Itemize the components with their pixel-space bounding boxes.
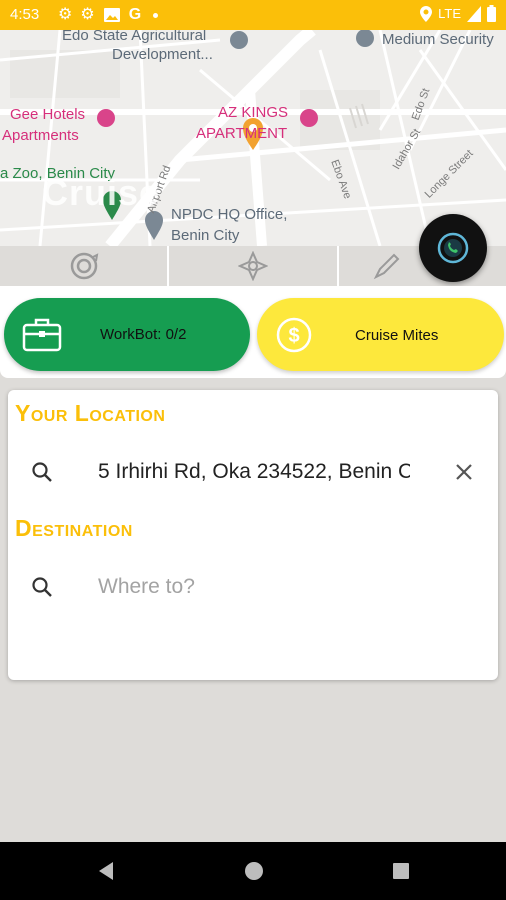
navigation-bar xyxy=(0,842,506,900)
workbot-label: WorkBot: 0/2 xyxy=(100,326,187,343)
system-icons: LTE xyxy=(420,5,496,22)
refresh-button[interactable] xyxy=(0,246,170,286)
battery-icon xyxy=(487,5,496,22)
back-icon[interactable] xyxy=(95,860,117,882)
clear-icon[interactable] xyxy=(454,462,474,482)
pen-icon xyxy=(374,253,400,280)
compass-icon xyxy=(237,251,268,281)
your-location-field[interactable]: 5 Irhirhi Rd, Oka 234522, Benin City xyxy=(8,452,498,492)
home-icon[interactable] xyxy=(243,860,265,882)
action-strip: WorkBot: 0/2 $ Cruise Mites xyxy=(0,286,506,378)
location-card: Your Location 5 Irhirhi Rd, Oka 234522, … xyxy=(8,390,498,680)
map-label-npdc: NPDC HQ Office, xyxy=(171,206,288,223)
your-location-value[interactable]: 5 Irhirhi Rd, Oka 234522, Benin City xyxy=(98,460,410,484)
network-type: LTE xyxy=(438,6,461,21)
map-label-gee-hotels: Gee Hotels xyxy=(10,106,86,123)
headset-icon xyxy=(437,232,469,264)
svg-text:$: $ xyxy=(288,325,299,347)
map-label-az-kings: AZ KINGS xyxy=(218,104,289,121)
cruise-mites-label: Cruise Mites xyxy=(355,327,439,344)
map-label-gee-hotels2: Apartments xyxy=(2,127,79,144)
your-location-heading: Your Location xyxy=(15,400,166,426)
compass-button[interactable] xyxy=(169,246,339,286)
search-icon xyxy=(32,462,52,482)
gear-icon: ⚙ xyxy=(80,6,95,23)
map-label-az-kings2: APARTMENT xyxy=(196,125,288,142)
map-watermark: Cruise xyxy=(42,172,161,213)
map-label-agric: Edo State Agricultural xyxy=(62,30,207,44)
dollar-coin-icon: $ xyxy=(276,317,312,353)
image-icon xyxy=(103,8,120,22)
map-label-npdc2: Benin City xyxy=(171,227,240,244)
recents-icon[interactable] xyxy=(390,860,412,882)
map-label-agric2: Development... xyxy=(112,46,213,63)
location-icon xyxy=(420,5,433,22)
destination-field[interactable]: Where to? xyxy=(8,567,498,607)
support-button[interactable] xyxy=(419,214,487,282)
destination-heading: Destination xyxy=(15,515,133,541)
notification-icons: ⚙ ⚙ G xyxy=(58,5,159,25)
briefcase-icon xyxy=(22,318,62,352)
cruise-mites-button[interactable]: $ Cruise Mites xyxy=(257,298,504,371)
status-bar: 4:53 ⚙ ⚙ G LTE xyxy=(0,0,506,30)
dot-icon xyxy=(153,12,159,18)
destination-placeholder[interactable]: Where to? xyxy=(98,575,195,599)
map-view[interactable]: Edo State Agricultural Development... Me… xyxy=(0,30,506,246)
workbot-button[interactable]: WorkBot: 0/2 xyxy=(4,298,250,371)
search-icon xyxy=(32,577,52,597)
signal-icon xyxy=(467,5,481,22)
google-icon: G xyxy=(128,6,142,23)
map-label-medium-security: Medium Security xyxy=(382,31,494,48)
gear-icon: ⚙ xyxy=(58,6,73,23)
status-time: 4:53 xyxy=(10,6,40,23)
refresh-icon xyxy=(70,252,98,280)
